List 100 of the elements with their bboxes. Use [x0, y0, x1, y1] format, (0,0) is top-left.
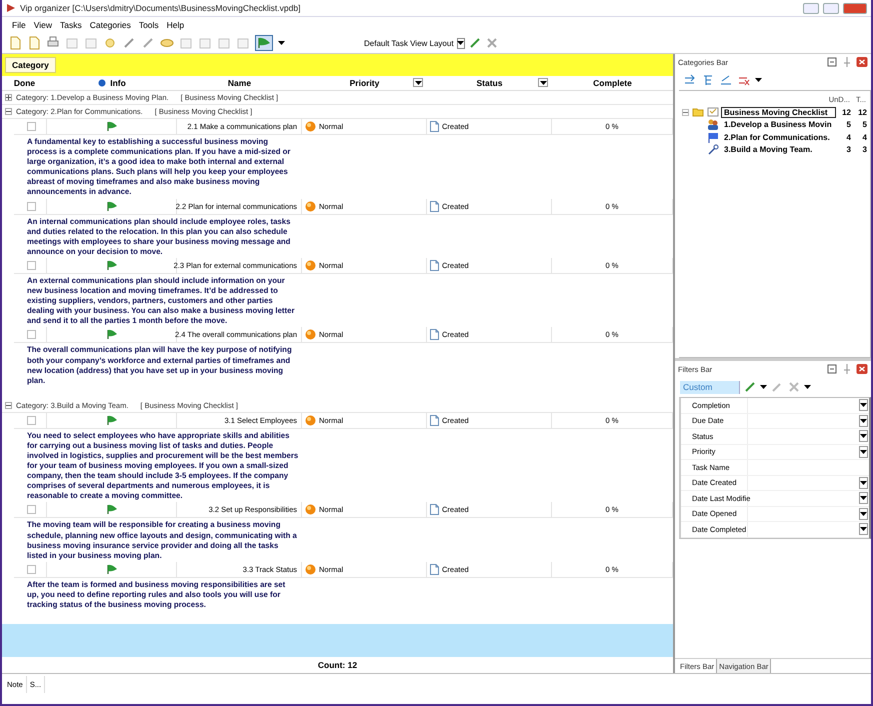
caret-icon — [414, 80, 422, 84]
layout-name: Default Task View Layout — [364, 38, 454, 48]
done-checkbox[interactable] — [27, 202, 36, 211]
caret-icon — [860, 512, 867, 516]
app-icon — [6, 3, 16, 13]
menu-item[interactable]: Tasks — [56, 20, 86, 30]
done-checkbox[interactable] — [27, 416, 36, 425]
expand-toggle[interactable] — [5, 94, 12, 101]
column-header[interactable]: Status — [476, 78, 502, 88]
pen-icon[interactable] — [743, 380, 757, 394]
blank-icon[interactable] — [84, 36, 98, 50]
flag-icon — [106, 414, 118, 426]
collapse-toggle[interactable] — [682, 108, 689, 116]
minus-icon — [683, 110, 688, 115]
done-checkbox[interactable] — [27, 564, 36, 574]
done-checkbox[interactable] — [27, 260, 36, 270]
close-icon[interactable] — [855, 362, 869, 376]
done-checkbox[interactable] — [27, 330, 36, 340]
close-icon[interactable] — [855, 55, 869, 69]
filter-dropdown[interactable] — [859, 446, 868, 458]
wrench-icon — [707, 144, 719, 156]
plus-icon — [6, 95, 11, 100]
filter-dropdown[interactable] — [859, 430, 868, 442]
priority-icon — [305, 504, 316, 516]
total-count: 4 — [862, 132, 867, 142]
cross-icon[interactable] — [484, 36, 499, 50]
menu-item[interactable]: File — [8, 20, 30, 30]
filter-dropdown[interactable] — [859, 508, 868, 520]
menu-item[interactable]: Tools — [134, 20, 163, 30]
task-count: Count: 12 — [318, 660, 358, 670]
flag-view-button[interactable] — [255, 35, 273, 51]
filter-dropdown[interactable] — [859, 476, 868, 489]
priority-icon — [305, 260, 316, 271]
flag-icon — [106, 504, 118, 516]
caret-icon — [860, 434, 867, 438]
menu-item[interactable]: Help — [162, 20, 188, 30]
minus-icon — [6, 402, 11, 408]
blank-icon[interactable] — [217, 36, 231, 50]
done-checkbox[interactable] — [27, 122, 36, 131]
blank-icon[interactable] — [236, 36, 250, 50]
page-icon[interactable] — [27, 36, 41, 50]
info-icon — [98, 79, 106, 87]
filter-dropdown[interactable] — [859, 399, 868, 412]
window-title: Vip organizer [C:\Users\dmitry\Documents\BusinessMovingChecklist.vpdb] — [20, 3, 300, 13]
pen-icon[interactable] — [468, 36, 482, 50]
category-item[interactable]: 3.Build a Moving Team. — [722, 145, 835, 154]
filter-dropdown[interactable] — [859, 492, 868, 504]
column-header[interactable]: Complete — [593, 78, 632, 88]
flag-icon — [106, 329, 118, 340]
document-icon — [430, 504, 439, 516]
filter-dropdown[interactable] — [859, 523, 868, 536]
people-icon — [707, 119, 719, 130]
total-count: 5 — [862, 120, 867, 130]
category-item[interactable]: 1.Develop a Business Movin — [722, 120, 835, 130]
category-item[interactable]: 2.Plan for Communications. — [722, 132, 835, 142]
document-icon — [430, 414, 439, 426]
collapse-toggle[interactable] — [5, 108, 12, 115]
caret-icon — [860, 450, 867, 454]
caret-icon — [860, 403, 867, 408]
close-button[interactable] — [843, 2, 867, 14]
filter-dropdown[interactable] — [859, 414, 868, 427]
filter-dropdown[interactable] — [538, 78, 548, 87]
category-item[interactable]: Business Moving Checklist — [722, 108, 835, 117]
done-checkbox[interactable] — [27, 505, 36, 514]
blank-icon[interactable] — [198, 36, 212, 50]
priority-icon — [305, 414, 316, 426]
flag-icon — [106, 121, 118, 132]
minimize-button[interactable] — [803, 2, 819, 14]
tree-icon[interactable] — [701, 73, 715, 87]
flag-icon — [106, 260, 118, 271]
group-by-chip[interactable]: Category — [5, 57, 56, 73]
layout-dropdown[interactable] — [456, 38, 465, 48]
checklist-icon — [707, 107, 719, 118]
document-icon — [430, 200, 439, 212]
page-icon[interactable] — [8, 36, 22, 50]
cross-icon[interactable] — [787, 380, 801, 394]
filter-dropdown[interactable] — [413, 78, 423, 87]
flag-icon — [106, 200, 118, 212]
blank-icon[interactable] — [179, 36, 193, 50]
menu-item[interactable]: View — [30, 20, 56, 30]
document-icon — [430, 329, 439, 340]
caret-icon — [540, 80, 546, 84]
undone-count: 4 — [846, 132, 851, 142]
priority-icon — [305, 564, 316, 575]
column-header[interactable]: Info — [110, 78, 126, 88]
priority-icon — [305, 329, 316, 340]
column-header[interactable]: Done — [14, 78, 36, 88]
maximize-button[interactable] — [823, 2, 839, 14]
window-icon[interactable] — [825, 362, 839, 376]
undone-count: 5 — [846, 120, 851, 130]
collapse-toggle[interactable] — [5, 402, 12, 409]
caret-icon — [860, 527, 867, 532]
window-icon[interactable] — [825, 55, 839, 69]
caret-icon — [760, 385, 767, 389]
total-count: 12 — [857, 108, 867, 117]
menu-item[interactable]: Categories — [86, 20, 135, 30]
priority-icon — [305, 200, 316, 212]
column-header[interactable]: Priority — [350, 78, 380, 88]
column-header[interactable]: Name — [228, 78, 252, 88]
blank-icon[interactable] — [65, 36, 79, 50]
